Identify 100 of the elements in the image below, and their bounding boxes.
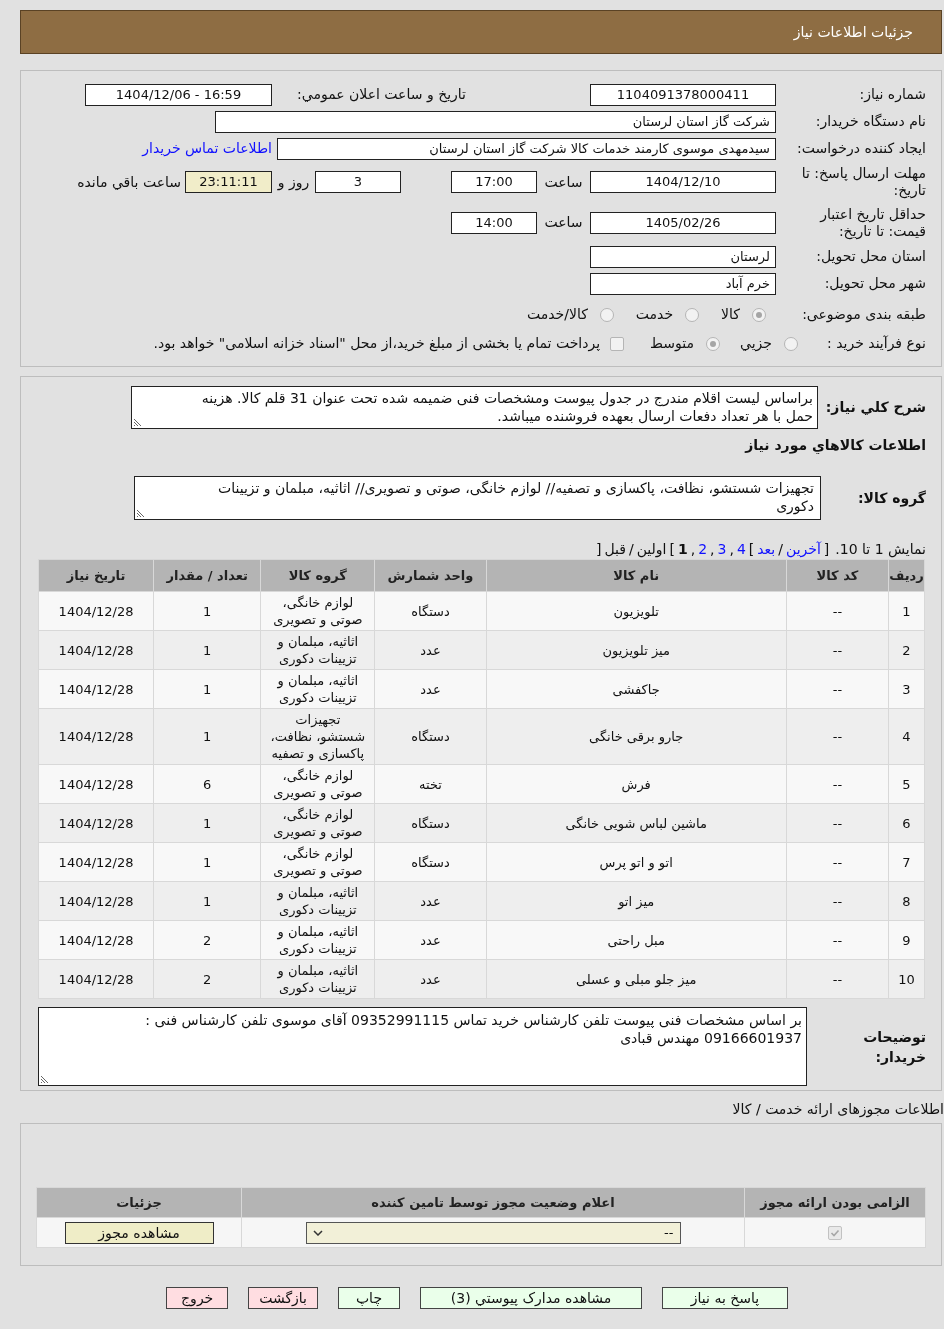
pagination-link[interactable]: اولین [636,538,667,560]
action-button[interactable]: چاپ [338,1287,400,1309]
pagination-link[interactable]: بعد [757,538,776,560]
quantity-cell: 1 [153,630,261,670]
item-code-cell: -- [786,630,889,670]
field-label: شماره نیاز: [858,85,926,105]
pagination-summary: نمایش 1 تا 10. [835,539,926,560]
current-page[interactable]: 1 [677,538,688,560]
column-header: ردیف [888,559,925,592]
row-number-cell: 9 [888,920,925,960]
quantity-cell: 6 [153,764,261,804]
field-label: نام دستگاه خريدار: [814,112,926,132]
item-name-cell: تلویزیون [486,591,787,631]
radio-button[interactable] [752,307,766,322]
item-code-cell: -- [786,920,889,960]
radio-label: متوسط [650,334,695,354]
field-label: حداقل تاریخ اعتبار قیمت: تا تاریخ: [818,205,926,240]
pagination-separator: [ [823,539,830,559]
need-date-cell: 1404/12/28 [38,708,154,765]
price-validity-time-field[interactable]: 14:00 [451,211,537,234]
radio-button[interactable] [685,307,700,322]
reply-time-field[interactable]: 17:00 [451,171,537,193]
checkbox[interactable] [610,336,625,351]
action-button[interactable]: بازگشت [248,1287,318,1309]
quantity-cell: 1 [153,591,261,631]
radio-button[interactable] [706,336,721,351]
action-button[interactable]: مشاهده مدارک پیوستي (3) [420,1287,642,1309]
view-license-button[interactable]: مشاهده مجوز [64,1221,214,1244]
item-group-cell: لوازم خانگی، صوتی و تصویری [260,803,375,843]
unit-cell: دستگاه [374,708,487,765]
action-button[interactable]: پاسخ به نیاز [662,1287,788,1309]
item-name-cell: مبل راحتی [486,920,787,960]
need-date-cell: 1404/12/28 [38,842,154,882]
radio-label: کالا/خدمت [526,305,588,324]
item-group-cell: اثاثیه، مبلمان و تزیینات دکوری [260,630,375,670]
item-code-cell: -- [786,842,889,882]
row-number-cell: 6 [888,803,925,843]
pagination-link[interactable]: قبل [604,538,626,560]
unit-cell: دستگاه [374,591,487,631]
pagination-separator: ] [669,539,675,559]
unit-cell: دستگاه [374,803,487,843]
radio-button[interactable] [784,336,798,351]
time-label: ساعت [543,172,584,192]
item-group-cell: تجهیزات شستشو، نظافت، پاکسازی و تصفیه [260,708,375,765]
days-field[interactable]: 3 [315,171,401,193]
announcement-datetime-field[interactable]: 1404/12/06 - 16:59 [85,83,272,106]
unit-cell: دستگاه [374,842,487,882]
quantity-cell: 1 [153,842,261,882]
item-name-cell: جارو برقی خانگی [486,708,787,765]
item-group-cell: لوازم خانگی، صوتی و تصویری [260,591,375,631]
chevron-down-icon [312,1229,323,1236]
section-label: توضیحات خریدار: [862,1027,926,1067]
need-date-cell: 1404/12/28 [38,764,154,804]
checkbox[interactable] [828,1225,842,1240]
description-textarea[interactable]: براساس لیست اقلام مندرج در جدول پیوست ومشخصات فنی ضمیمه شده تحت عنوان 31 قلم کالا. هزینه حمل با هر تعداد دفعات ارسال بعهده فروشنده میباشد. [131,386,818,429]
delivery-city-field[interactable]: خرم آباد [590,272,776,295]
column-header: واحد شمارش [374,559,487,592]
column-header: نام کالا [486,559,787,592]
goods-group-textarea[interactable]: تجهیزات شستشو، نظافت، پاکسازی و تصفیه// لوازم خانگی، صوتی و تصویری// اثاثیه، مبلمان و تزیینات دکوری [134,476,821,520]
unit-cell: تخته [374,764,487,804]
field-label: استان محل تحویل: [815,247,926,267]
unit-cell: عدد [374,959,487,999]
price-validity-date-field[interactable]: 1405/02/26 [590,211,776,234]
column-header: کد کالا [786,559,889,592]
field-label: مهلت ارسال پاسخ: تا تاریخ: [800,165,926,199]
field-label: ایجاد کننده درخواست: [796,139,926,159]
page-link[interactable]: 2 [698,538,708,560]
row-number-cell: 4 [888,708,925,765]
row-number-cell: 3 [888,669,925,709]
page-link[interactable]: 4 [736,538,746,560]
item-group-cell: اثاثیه، مبلمان و تزیینات دکوری [260,669,375,709]
action-button[interactable]: خروج [166,1287,229,1309]
buyer-notes-textarea[interactable]: بر اساس مشخصات فنی پیوست تلفن کارشناس خرید تماس 09352991115 آقای موسوی تلفن کارشناس فنی : 09166601937 مهندس قبادی [38,1007,807,1086]
item-name-cell: جاکفشی [486,669,787,709]
pagination-separator: [ [595,539,602,559]
section-label: شرح کلي نیاز: [824,398,926,418]
buyer-contact-link[interactable]: اطلاعات تماس خریدار [142,138,272,159]
remaining-time-field[interactable]: 23:11:11 [185,171,272,193]
section-label: گروه کالا: [856,488,926,509]
column-header: الزامی بودن ارائه مجوز [744,1187,926,1218]
page-link[interactable]: 3 [717,538,727,560]
pagination-separator: , [690,539,696,559]
remaining-label: ساعت باقي مانده [77,172,181,192]
delivery-province-field[interactable]: لرستان [590,245,776,268]
row-number-cell: 7 [888,842,925,882]
column-header: جزئیات [36,1187,242,1218]
item-name-cell: فرش [486,764,787,804]
reply-date-field[interactable]: 1404/12/10 [590,171,776,193]
need-date-cell: 1404/12/28 [38,959,154,999]
quantity-cell: 1 [153,881,261,921]
unit-cell: عدد [374,881,487,921]
requester-field[interactable]: سیدمهدی موسوی کارمند خدمات کالا شرکت گاز استان لرستان [277,137,776,160]
buyer-organization-field[interactable]: شرکت گاز استان لرستان [215,110,776,133]
pagination-link[interactable]: آخرین [786,538,821,560]
radio-button[interactable] [599,307,614,322]
unit-cell: عدد [374,630,487,670]
field-label: تاریخ و ساعت اعلان عمومي: [296,85,466,105]
need-number-field[interactable]: 1104091378000411 [590,83,776,106]
item-name-cell: میز جلو مبلی و عسلی [486,959,787,999]
status-select[interactable]: -- [305,1221,681,1244]
